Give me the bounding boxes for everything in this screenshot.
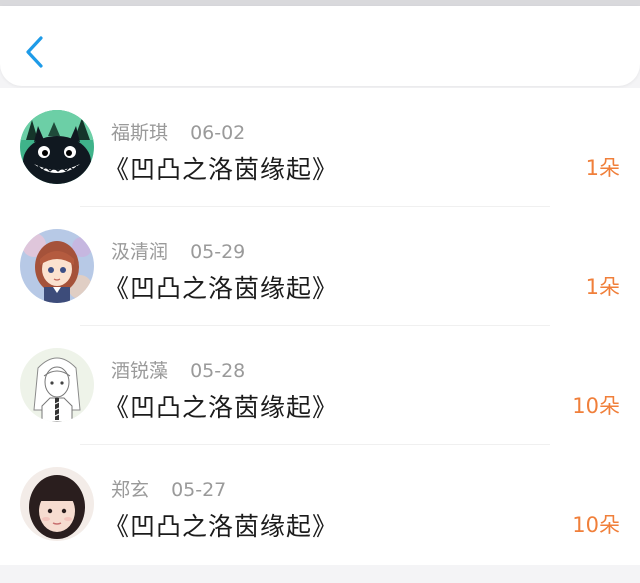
record-meta: 郑玄 05-27 [111,475,226,502]
record-date: 06-02 [190,122,246,144]
user-name: 福斯琪 [111,122,169,144]
user-name: 酒锐藻 [111,360,169,382]
record-date: 05-27 [171,479,227,501]
record-date: 05-29 [190,241,246,263]
book-title: 《凹凸之洛茵缘起》 [104,512,339,541]
sketch-girl-avatar[interactable] [20,348,94,422]
header-bar [0,6,640,86]
record-date: 05-28 [190,360,246,382]
back-button[interactable] [18,32,52,72]
footer-space [0,568,640,583]
book-title: 《凹凸之洛茵缘起》 [104,393,339,422]
flower-amount: 1朵 [585,275,620,299]
user-name: 汲清润 [111,241,169,263]
flower-amount: 10朵 [572,513,620,537]
list-item[interactable]: 郑玄 05-27 《凹凸之洛茵缘起》 10朵 [0,445,640,565]
user-name: 郑玄 [111,479,150,501]
flower-amount: 10朵 [572,394,620,418]
photo-girl-avatar[interactable] [20,467,94,541]
list-item[interactable]: 福斯琪 06-02 《凹凸之洛茵缘起》 1朵 [0,88,640,207]
book-title: 《凹凸之洛茵缘起》 [104,274,339,303]
list-item[interactable]: 汲清润 05-29 《凹凸之洛茵缘起》 1朵 [0,207,640,326]
record-meta: 酒锐藻 05-28 [111,356,245,383]
totoro-avatar[interactable] [20,110,94,184]
list-item[interactable]: 酒锐藻 05-28 《凹凸之洛茵缘起》 10朵 [0,326,640,445]
anime-girl-avatar[interactable] [20,229,94,303]
gift-record-list: 福斯琪 06-02 《凹凸之洛茵缘起》 1朵 汲清润 05-29 《凹凸之洛茵缘… [0,88,640,565]
chevron-left-icon [26,36,43,68]
flower-amount: 1朵 [585,156,620,180]
record-meta: 福斯琪 06-02 [111,118,245,145]
record-meta: 汲清润 05-29 [111,237,245,264]
book-title: 《凹凸之洛茵缘起》 [104,155,339,184]
